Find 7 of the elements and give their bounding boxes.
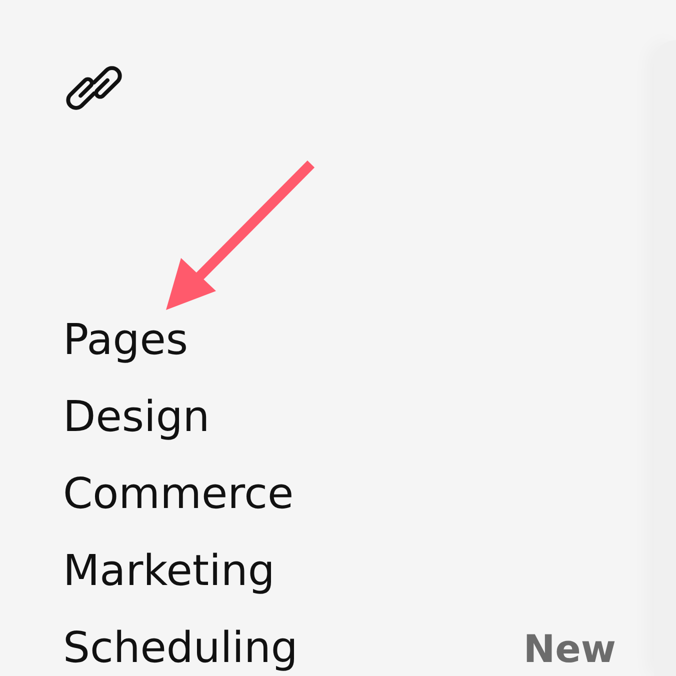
new-label: New [523, 626, 616, 673]
nav-link[interactable]: Commerce [63, 470, 294, 519]
nav-link[interactable]: Design [63, 393, 210, 442]
logo-icon [66, 66, 122, 110]
nav-link[interactable]: Scheduling [63, 624, 298, 673]
nav-link[interactable]: Pages [63, 316, 188, 365]
nav-link[interactable]: Marketing [63, 547, 275, 596]
